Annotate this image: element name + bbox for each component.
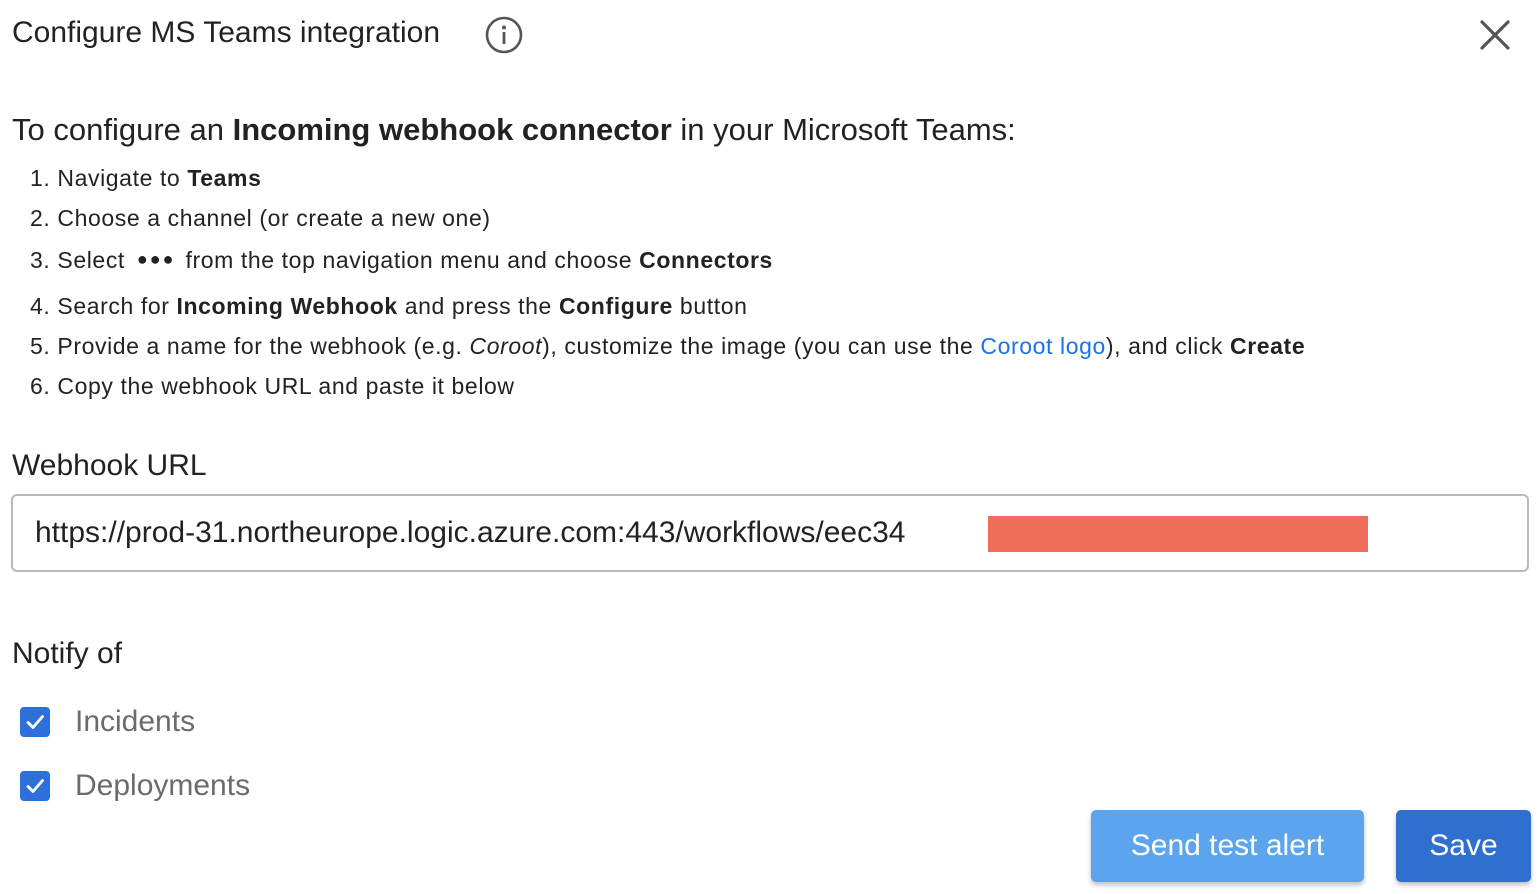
step-5: 5. Provide a name for the webhook (e.g. … xyxy=(30,333,1306,359)
intro-prefix: To configure an xyxy=(12,112,233,147)
save-button[interactable]: Save xyxy=(1396,810,1531,882)
more-options-icon: ●●● xyxy=(136,248,176,269)
step-4: 4. Search for Incoming Webhook and press… xyxy=(30,293,748,319)
deployments-label: Deployments xyxy=(75,769,251,802)
notify-of-label: Notify of xyxy=(12,637,123,670)
checkmark-icon xyxy=(26,779,44,793)
step-2: 2. Choose a channel (or create a new one… xyxy=(30,205,491,231)
incidents-checkbox-row[interactable]: Incidents xyxy=(20,702,195,742)
deployments-checkbox[interactable] xyxy=(20,771,50,801)
intro-bold: Incoming webhook connector xyxy=(232,112,672,147)
step-1: 1. Navigate to Teams xyxy=(30,165,262,191)
deployments-checkbox-row[interactable]: Deployments xyxy=(20,766,250,806)
redaction-block xyxy=(988,516,1368,552)
info-circle-icon[interactable] xyxy=(484,15,524,55)
dialog-title: Configure MS Teams integration xyxy=(12,16,440,49)
webhook-url-label: Webhook URL xyxy=(12,449,207,482)
close-icon[interactable] xyxy=(1474,14,1516,56)
incidents-label: Incidents xyxy=(75,705,196,738)
send-test-alert-button[interactable]: Send test alert xyxy=(1091,810,1364,882)
step-3: 3. Select ●●● from the top navigation menu… xyxy=(30,244,773,276)
incidents-checkbox[interactable] xyxy=(20,707,50,737)
webhook-url-field[interactable] xyxy=(11,494,1529,572)
intro-suffix: in your Microsoft Teams: xyxy=(671,112,1016,147)
instructions-intro: To configure an Incoming webhook connect… xyxy=(12,108,1016,152)
step-6: 6. Copy the webhook URL and paste it bel… xyxy=(30,373,515,399)
checkmark-icon xyxy=(26,715,44,729)
coroot-logo-link[interactable]: Coroot logo xyxy=(980,333,1106,359)
